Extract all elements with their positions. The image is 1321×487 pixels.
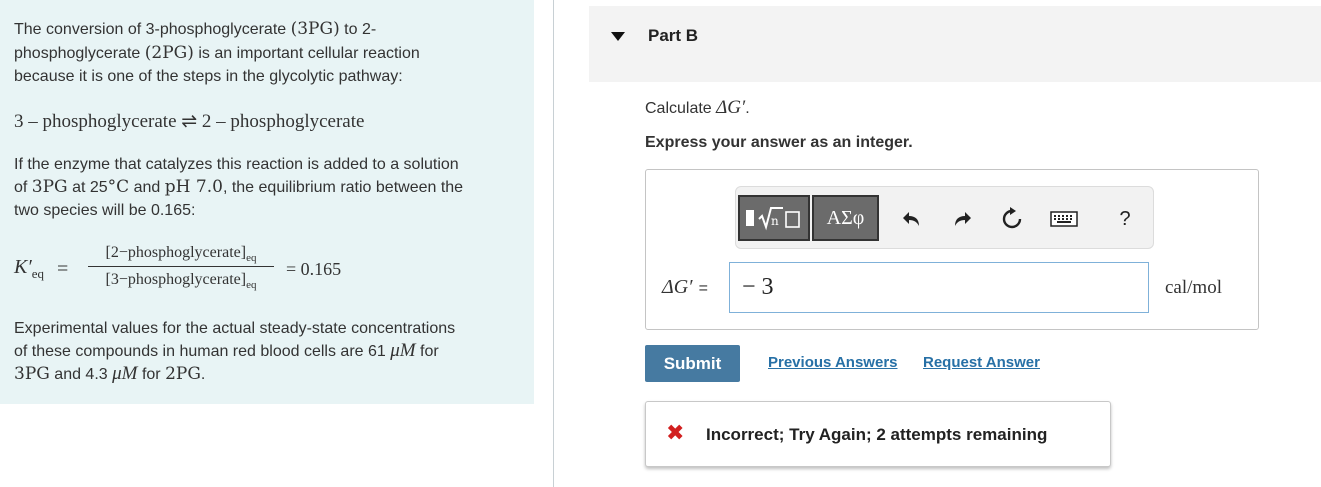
part-title: Part B bbox=[648, 26, 699, 45]
part-header[interactable]: Part B bbox=[589, 6, 1321, 82]
intro-text: is an important cellular reaction bbox=[193, 45, 420, 62]
feedback-box: ✖ Incorrect; Try Again; 2 attempts remai… bbox=[645, 401, 1111, 467]
intro-text: The conversion of 3-phosphoglycerate bbox=[14, 21, 291, 38]
request-answer-link[interactable]: Request Answer bbox=[923, 354, 1040, 371]
math-toolbar: n ΑΣφ ? bbox=[735, 186, 1154, 249]
answer-label: ΔG′ = bbox=[662, 276, 708, 299]
redo-icon[interactable] bbox=[948, 205, 976, 233]
keq-numerator: [2−phosphoglycerate]eq bbox=[86, 240, 276, 266]
panel-divider bbox=[553, 0, 554, 487]
enzyme-line-3: two species will be 0.165: bbox=[14, 202, 196, 219]
greek-symbols-button[interactable]: ΑΣφ bbox=[812, 195, 879, 241]
experimental-line-3: 3PG and 4.3 μM for 2PG. bbox=[14, 363, 205, 386]
reset-icon[interactable] bbox=[998, 205, 1026, 233]
experimental-math: μM bbox=[112, 363, 138, 384]
experimental-text: and 4.3 bbox=[49, 366, 113, 383]
prompt-text: Calculate bbox=[645, 100, 717, 117]
submit-button[interactable]: Submit bbox=[645, 345, 740, 382]
reaction-equation: 3 – phosphoglycerate ⇌ 2 – phosphoglycer… bbox=[14, 111, 365, 132]
keq-symbol: K′eq bbox=[14, 256, 44, 282]
enzyme-line-1: If the enzyme that catalyzes this reacti… bbox=[14, 156, 459, 173]
intro-line-1: The conversion of 3-phosphoglycerate (3P… bbox=[14, 18, 376, 41]
question-prompt: Calculate ΔG′. bbox=[645, 97, 750, 119]
templates-button[interactable]: n bbox=[738, 195, 810, 241]
intro-line-3: because it is one of the steps in the gl… bbox=[14, 68, 403, 85]
numerator-text: [2−phosphoglycerate] bbox=[105, 244, 247, 261]
answer-instruction: Express your answer as an integer. bbox=[645, 134, 913, 151]
experimental-line-1: Experimental values for the actual stead… bbox=[14, 320, 456, 337]
numerator-sub: eq bbox=[246, 252, 257, 265]
experimental-line-2: of these compounds in human red blood ce… bbox=[14, 340, 439, 363]
intro-line-2: phosphoglycerate (2PG) is an important c… bbox=[14, 42, 420, 65]
help-icon[interactable]: ? bbox=[1111, 205, 1139, 233]
answer-box: n ΑΣφ ? ΔG′ = − 3 cal/mol bbox=[645, 169, 1259, 330]
intro-text: to 2- bbox=[339, 21, 377, 38]
answer-label-equals: = bbox=[698, 280, 708, 297]
enzyme-text: , the equilibrium ratio between the bbox=[222, 179, 464, 196]
keq-value: = 0.165 bbox=[286, 259, 342, 279]
enzyme-text: and bbox=[129, 179, 165, 196]
keq-denominator: [3−phosphoglycerate]eq bbox=[86, 267, 276, 293]
incorrect-x-icon: ✖ bbox=[666, 421, 685, 446]
collapse-caret-icon[interactable] bbox=[611, 32, 625, 41]
intro-math-3pg: (3PG) bbox=[290, 19, 340, 39]
keq-equation: K′eq = [2−phosphoglycerate]eq [3−phospho… bbox=[14, 240, 414, 304]
keq-fraction: [2−phosphoglycerate]eq [3−phosphoglycera… bbox=[86, 240, 276, 293]
feedback-message: Incorrect; Try Again; 2 attempts remaini… bbox=[706, 425, 1048, 444]
prompt-math: ΔG′ bbox=[716, 97, 746, 118]
experimental-text: for bbox=[137, 366, 166, 383]
problem-panel: The conversion of 3-phosphoglycerate (3P… bbox=[0, 0, 534, 404]
previous-answers-link[interactable]: Previous Answers bbox=[768, 354, 898, 371]
prompt-text: . bbox=[745, 100, 750, 117]
experimental-text: . bbox=[200, 366, 206, 383]
enzyme-math: pH 7.0 bbox=[164, 177, 223, 197]
templates-icon: n bbox=[746, 207, 800, 231]
enzyme-math: 3PG bbox=[31, 177, 68, 197]
undo-icon[interactable] bbox=[898, 205, 926, 233]
experimental-math: 2PG bbox=[165, 364, 201, 384]
enzyme-text: of bbox=[14, 179, 32, 196]
keq-sub: eq bbox=[31, 266, 44, 281]
denominator-sub: eq bbox=[246, 279, 257, 292]
keq-k: K′ bbox=[14, 256, 32, 278]
answer-unit: cal/mol bbox=[1165, 277, 1222, 298]
experimental-text: for bbox=[415, 343, 439, 360]
experimental-text: of these compounds in human red blood ce… bbox=[14, 343, 391, 360]
keyboard-icon[interactable] bbox=[1047, 205, 1081, 233]
answer-label-math: ΔG′ bbox=[662, 276, 693, 298]
svg-text:n: n bbox=[771, 214, 779, 228]
experimental-math: 3PG bbox=[14, 364, 50, 384]
intro-math-2pg: (2PG) bbox=[144, 43, 194, 63]
intro-text: phosphoglycerate bbox=[14, 45, 145, 62]
enzyme-text: at 25 bbox=[67, 179, 108, 196]
answer-input[interactable]: − 3 bbox=[729, 262, 1149, 313]
enzyme-math: °C bbox=[107, 177, 130, 197]
denominator-text: [3−phosphoglycerate] bbox=[105, 271, 247, 288]
enzyme-line-2: of 3PG at 25°C and pH 7.0, the equilibri… bbox=[14, 176, 463, 199]
experimental-math: μM bbox=[390, 340, 416, 361]
keq-equals: = bbox=[57, 258, 69, 280]
